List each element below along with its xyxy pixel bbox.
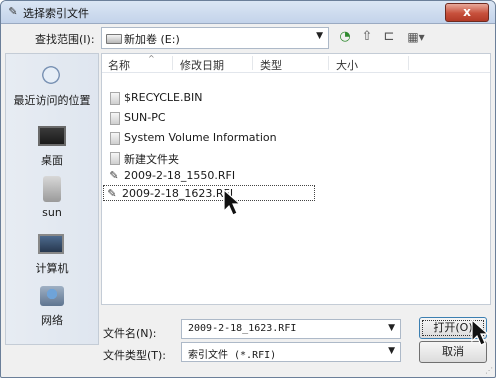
drive-icon [106, 34, 122, 44]
file-row-folder[interactable]: SUN-PC [106, 110, 316, 126]
new-folder-icon[interactable]: ⊏ [381, 29, 397, 45]
sidebar-item-user[interactable]: sun [6, 176, 98, 222]
file-name: 2009-2-18_1550.RFI [124, 169, 236, 182]
folder-icon [110, 112, 120, 125]
folder-icon [110, 132, 120, 145]
file-name: System Volume Information [124, 131, 277, 144]
sidebar-item-desktop[interactable]: 桌面 [6, 122, 98, 168]
filename-value: 2009-2-18_1623.RFI [188, 323, 297, 334]
column-header-date[interactable]: 修改日期 [180, 57, 224, 73]
rfi-file-icon: ✎ [107, 187, 117, 200]
nav-toolbar: ◔ ⇧ ⊏ ▦▾ [337, 27, 429, 47]
rfi-file-icon: ✎ [109, 169, 119, 182]
recent-places-icon [38, 62, 64, 88]
folder-icon [110, 152, 120, 165]
sidebar-item-label: 桌面 [41, 154, 63, 167]
user-folder-icon [43, 176, 61, 202]
filetype-label: 文件类型(T): [103, 349, 167, 362]
filename-input[interactable]: 2009-2-18_1623.RFI ▼ [181, 319, 401, 339]
resize-grip-icon[interactable]: ⋰ [485, 366, 493, 375]
mouse-pointer-icon [223, 189, 242, 216]
chevron-down-icon: ▼ [316, 31, 323, 41]
column-header-name[interactable]: 名称 [108, 57, 130, 73]
sidebar-item-label: sun [42, 206, 62, 219]
computer-icon [38, 234, 64, 254]
up-folder-icon[interactable]: ⇧ [359, 29, 375, 45]
sort-ascending-icon: ^ [148, 54, 155, 63]
file-row-folder[interactable]: $RECYCLE.BIN [106, 90, 316, 106]
mouse-pointer-icon [471, 319, 490, 346]
network-icon [40, 286, 64, 306]
file-row-folder[interactable]: 新建文件夹 [106, 150, 316, 166]
close-button[interactable]: x [445, 3, 489, 22]
desktop-icon [38, 126, 66, 146]
file-row-folder[interactable]: System Volume Information [106, 130, 316, 146]
title-bar[interactable]: ✎ 选择索引文件 x [1, 1, 495, 24]
file-row-rfi[interactable]: ✎ 2009-2-18_1550.RFI [106, 168, 316, 184]
sidebar-item-label: 网络 [41, 314, 63, 327]
app-icon: ✎ [8, 5, 18, 18]
places-sidebar: 最近访问的位置 桌面 sun 计算机 网络 [5, 53, 99, 345]
column-divider[interactable] [172, 56, 173, 70]
column-divider[interactable] [328, 56, 329, 70]
file-name: SUN-PC [124, 111, 166, 124]
file-row-rfi-selected[interactable]: ✎ 2009-2-18_1623.RFI [103, 185, 315, 201]
filetype-value: 索引文件 (*.RFI) [188, 350, 277, 361]
dialog-title: 选择索引文件 [23, 7, 89, 20]
file-name: 新建文件夹 [124, 153, 179, 166]
look-in-dropdown[interactable]: 新加卷 (E:) ▼ [101, 27, 329, 49]
file-name: 2009-2-18_1623.RFI [122, 187, 234, 200]
sidebar-item-network[interactable]: 网络 [6, 282, 98, 328]
column-divider[interactable] [408, 56, 409, 70]
column-header-row: 名称 ^ 修改日期 类型 大小 [102, 54, 490, 73]
file-list[interactable]: 名称 ^ 修改日期 类型 大小 $RECYCLE.BIN SUN-PC Syst… [101, 53, 491, 305]
filetype-select[interactable]: 索引文件 (*.RFI) ▼ [181, 342, 401, 362]
column-divider[interactable] [252, 56, 253, 70]
column-header-type[interactable]: 类型 [260, 57, 282, 73]
column-header-size[interactable]: 大小 [336, 57, 358, 73]
folder-icon [110, 92, 120, 105]
chevron-down-icon[interactable]: ▼ [388, 323, 395, 333]
view-menu-icon[interactable]: ▦▾ [403, 29, 429, 45]
back-icon[interactable]: ◔ [337, 29, 353, 45]
sidebar-item-recent[interactable]: 最近访问的位置 [6, 62, 98, 108]
sidebar-item-label: 最近访问的位置 [13, 94, 91, 107]
file-name: $RECYCLE.BIN [124, 91, 203, 104]
sidebar-item-label: 计算机 [35, 262, 69, 275]
look-in-value: 新加卷 (E:) [124, 33, 180, 46]
filename-label: 文件名(N): [103, 327, 157, 340]
look-in-label: 查找范围(I): [35, 33, 95, 46]
chevron-down-icon[interactable]: ▼ [388, 346, 395, 356]
file-open-dialog: ✎ 选择索引文件 x 查找范围(I): 新加卷 (E:) ▼ ◔ ⇧ ⊏ ▦▾ … [0, 0, 496, 378]
sidebar-item-computer[interactable]: 计算机 [6, 230, 98, 276]
